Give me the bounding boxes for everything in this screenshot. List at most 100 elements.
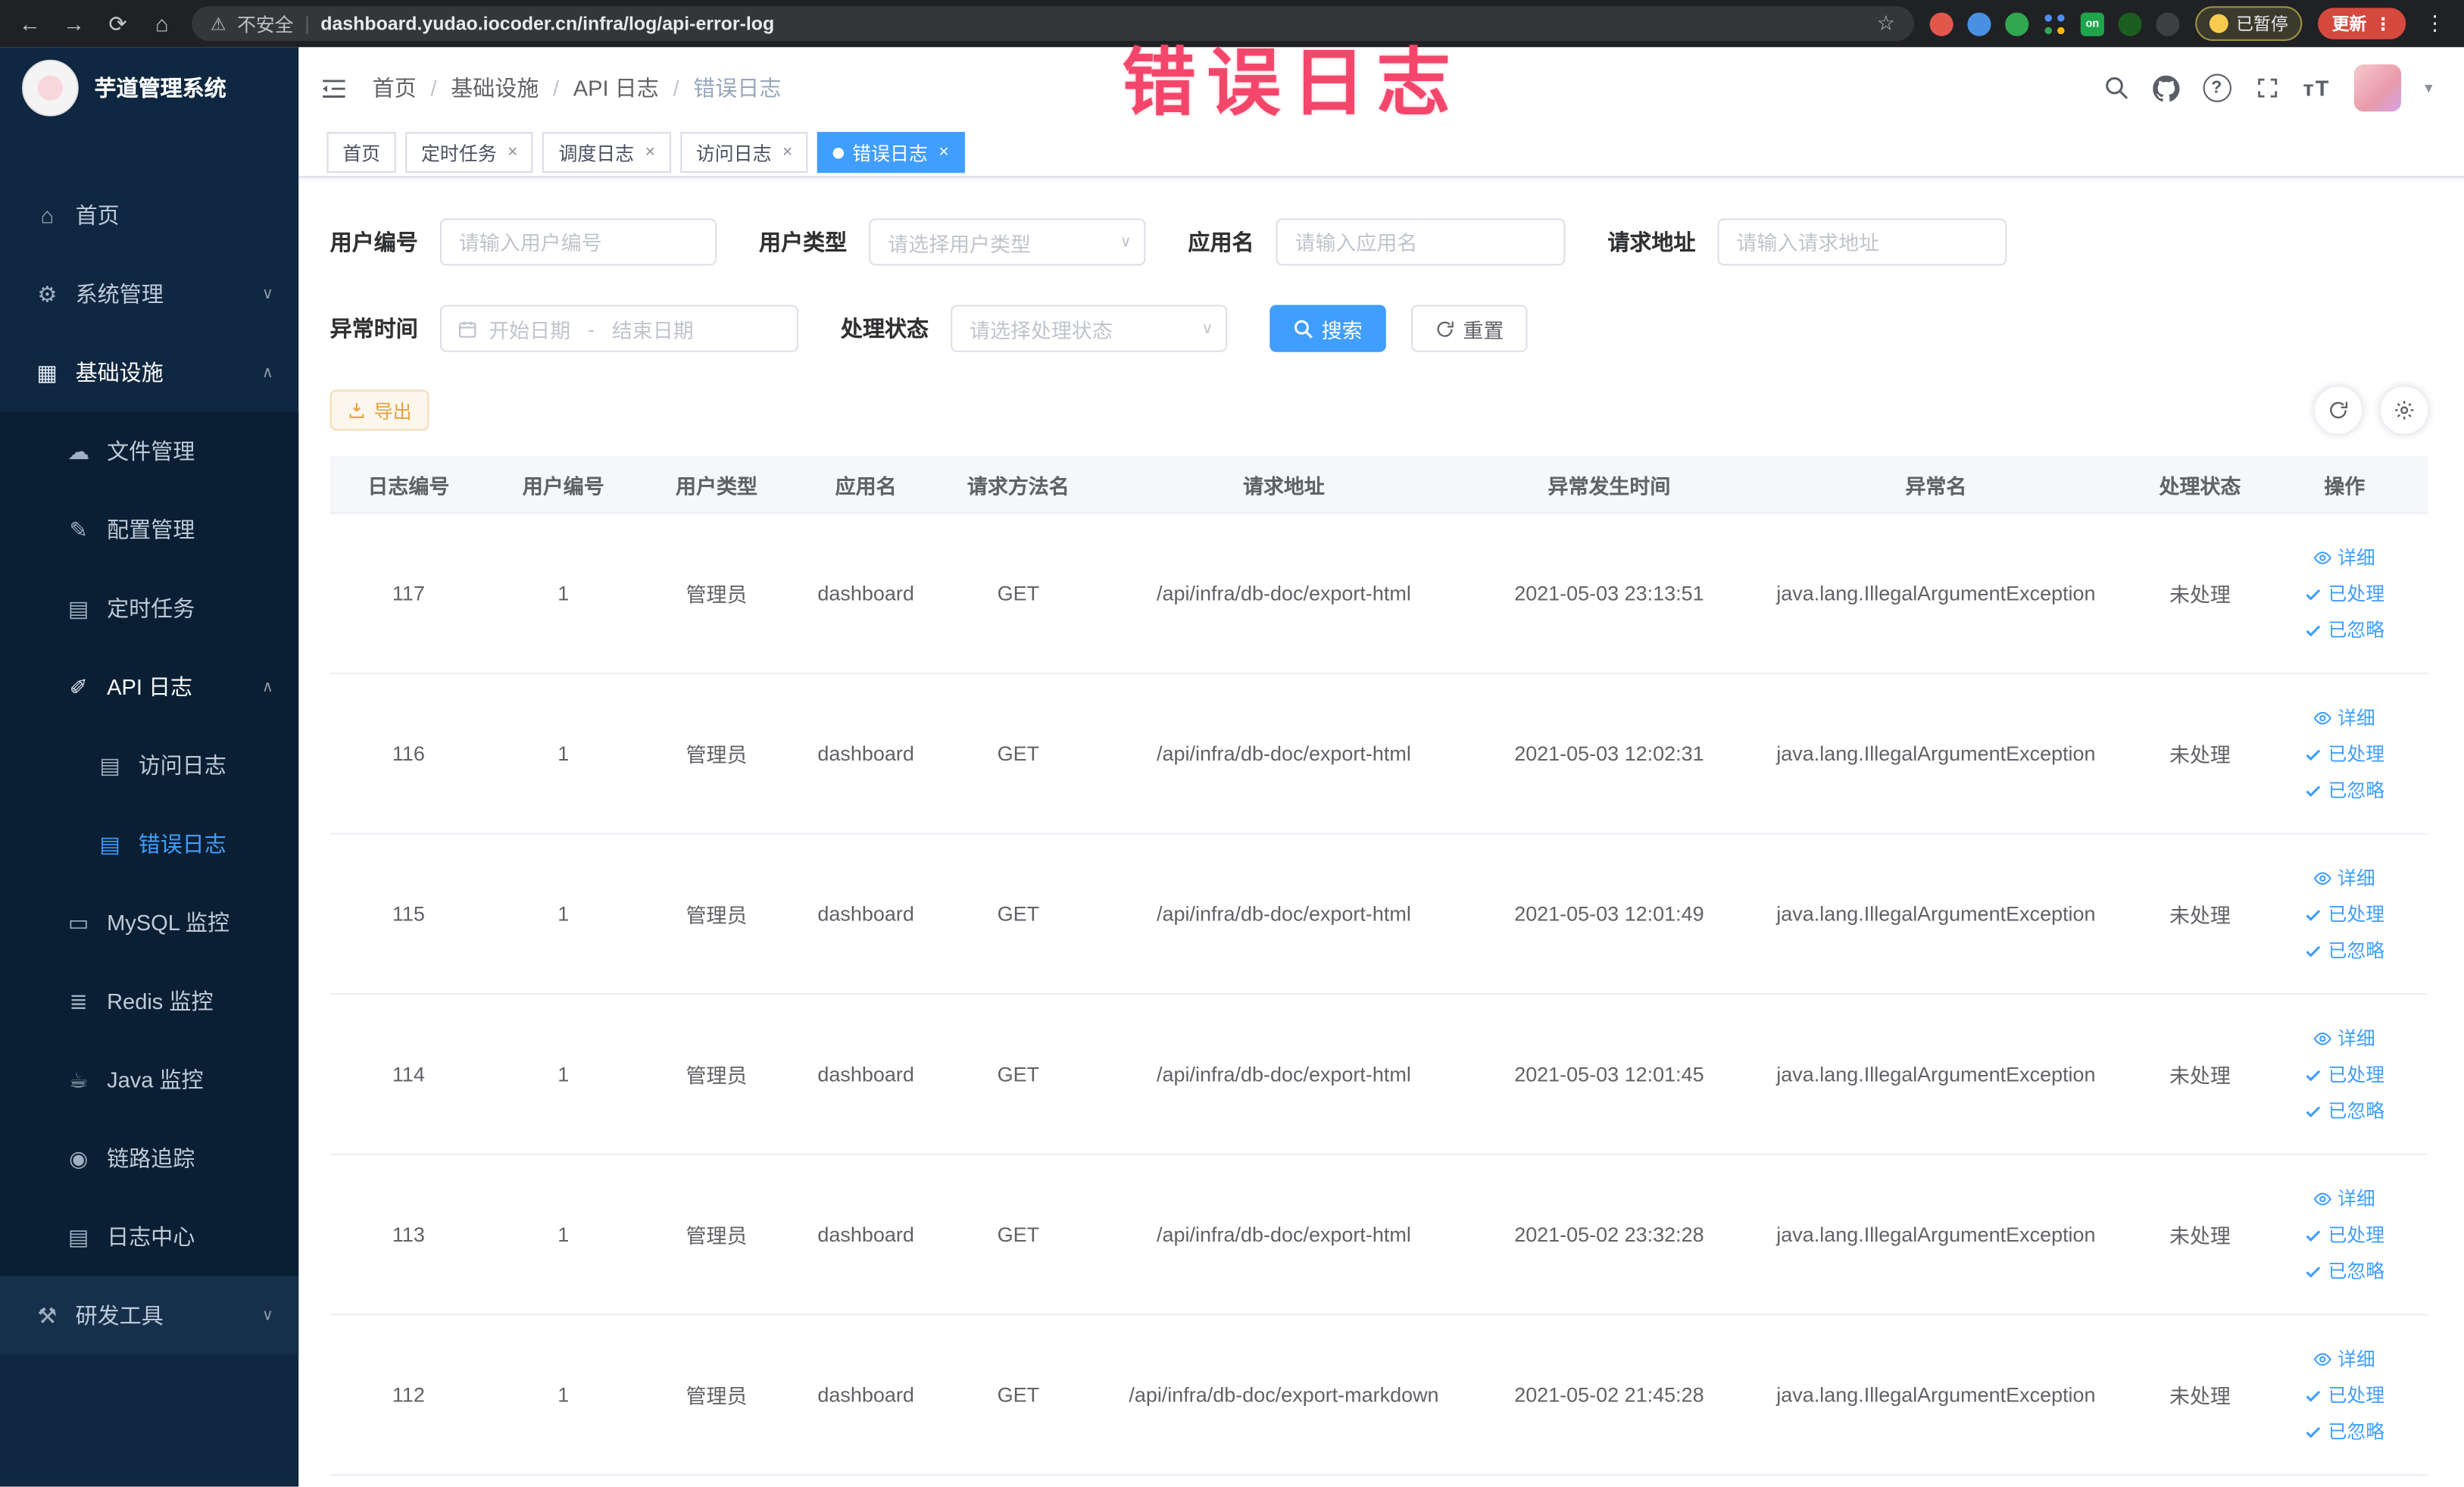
tab-home[interactable]: 首页	[326, 132, 396, 173]
processed-link[interactable]: 已处理	[2304, 1061, 2384, 1087]
detail-link[interactable]: 详细	[2314, 704, 2375, 730]
edit-icon: ✎	[69, 516, 88, 542]
browser-menu-kebab-icon[interactable]: ⋮	[2422, 11, 2448, 36]
processed-link[interactable]: 已处理	[2304, 901, 2384, 927]
reload-icon[interactable]: ⟳	[104, 0, 132, 47]
extension-red-icon[interactable]	[1929, 11, 1953, 36]
browser-update-button[interactable]: 更新 ⋮	[2318, 8, 2406, 39]
cell-exception-name: java.lang.IllegalArgumentException	[1776, 742, 2096, 766]
detail-link[interactable]: 详细	[2314, 1025, 2375, 1051]
app-name-label: 应用名	[1188, 229, 1254, 255]
cell-status: 未处理	[2169, 743, 2231, 767]
export-button[interactable]: 导出	[329, 389, 429, 431]
col-actions: 操作	[2324, 473, 2366, 498]
sidebar-item-system-management[interactable]: ⚙ 系统管理 ∨	[0, 255, 298, 333]
user-id-input[interactable]	[439, 218, 717, 266]
extension-green-circle-icon[interactable]	[2005, 11, 2029, 36]
sidebar-item-infrastructure[interactable]: ▦ 基础设施 ∧	[0, 333, 298, 412]
sidebar-item-java-monitor[interactable]: ☕ Java 监控	[0, 1040, 298, 1119]
sidebar-item-home[interactable]: ⌂ 首页	[0, 176, 298, 255]
ignored-link[interactable]: 已忽略	[2304, 776, 2384, 803]
cell-user-type: 管理员	[685, 1384, 748, 1408]
breadcrumb: 首页 / 基础设施 / API 日志 / 错误日志	[373, 72, 782, 103]
search-button[interactable]: 搜索	[1269, 305, 1386, 352]
forward-icon[interactable]: →	[60, 0, 88, 47]
processed-link[interactable]: 已处理	[2304, 740, 2384, 767]
sidebar-fold-icon[interactable]	[320, 77, 347, 100]
sidebar-item-trace[interactable]: ◉ 链路追踪	[0, 1119, 298, 1198]
cell-app-name: dashboard	[817, 901, 914, 926]
sidebar-item-mysql-monitor[interactable]: ▭ MySQL 监控	[0, 883, 298, 962]
user-avatar[interactable]	[2353, 64, 2401, 112]
close-icon[interactable]: ×	[645, 143, 655, 162]
ignored-link[interactable]: 已忽略	[2304, 1097, 2384, 1123]
extension-grid-icon[interactable]	[2043, 11, 2067, 36]
tab-access-log[interactable]: 访问日志 ×	[680, 132, 809, 173]
date-range-picker[interactable]: 开始日期 - 结束日期	[439, 305, 798, 352]
sidebar-item-redis-monitor[interactable]: ≣ Redis 监控	[0, 962, 298, 1041]
bookmark-star-icon[interactable]: ☆	[1877, 11, 1895, 36]
close-icon[interactable]: ×	[507, 143, 517, 162]
tab-scheduled-tasks[interactable]: 定时任务 ×	[405, 132, 534, 173]
table-tools	[2313, 385, 2430, 436]
sidebar-item-api-log[interactable]: ✐ API 日志 ∧	[0, 648, 298, 726]
cell-user-id: 1	[557, 581, 570, 605]
ignored-link[interactable]: 已忽略	[2304, 1417, 2384, 1444]
tab-error-log[interactable]: 错误日志 ×	[817, 132, 965, 173]
close-icon[interactable]: ×	[938, 143, 948, 162]
paused-badge[interactable]: 已暂停	[2195, 6, 2303, 41]
fullscreen-icon[interactable]	[2254, 76, 2279, 101]
detail-link[interactable]: 详细	[2314, 544, 2375, 570]
close-icon[interactable]: ×	[782, 143, 792, 162]
ignored-link[interactable]: 已忽略	[2304, 936, 2384, 963]
processed-link[interactable]: 已处理	[2304, 1221, 2384, 1248]
column-settings-button[interactable]	[2378, 385, 2430, 436]
sidebar-item-file-management[interactable]: ☁ 文件管理	[0, 412, 298, 491]
font-size-icon[interactable]: тT	[2303, 76, 2330, 101]
user-type-select[interactable]: 请选择用户类型 ∨	[869, 218, 1146, 266]
ignored-link[interactable]: 已忽略	[2304, 616, 2384, 642]
app-logo[interactable]: 芋道管理系统	[0, 47, 298, 129]
sidebar-item-config-management[interactable]: ✎ 配置管理	[0, 490, 298, 569]
extension-paw-icon[interactable]	[2156, 11, 2180, 36]
back-icon[interactable]: ←	[16, 0, 44, 47]
extension-blue-drop-icon[interactable]	[1967, 11, 1991, 36]
app-name-input[interactable]	[1276, 218, 1566, 266]
process-status-select[interactable]: 请选择处理状态 ∨	[951, 305, 1228, 352]
search-icon[interactable]	[2103, 76, 2128, 101]
refresh-table-button[interactable]	[2313, 385, 2364, 436]
user-caret-down-icon[interactable]: ▾	[2425, 80, 2432, 97]
sidebar-item-access-log[interactable]: ▤ 访问日志	[0, 726, 298, 804]
detail-link[interactable]: 详细	[2314, 1345, 2375, 1372]
breadcrumb-home[interactable]: 首页	[373, 72, 417, 103]
extension-on-badge-icon[interactable]: on	[2080, 11, 2104, 36]
col-user-type: 用户类型	[676, 473, 757, 498]
home-icon[interactable]: ⌂	[148, 0, 176, 47]
sidebar-item-dev-tools[interactable]: ⚒ 研发工具 ∨	[0, 1276, 299, 1355]
github-icon[interactable]	[2152, 74, 2179, 102]
filter-row-1: 用户编号 用户类型 请选择用户类型 ∨ 应用名 请求地址	[330, 218, 2464, 266]
processed-link[interactable]: 已处理	[2304, 580, 2384, 607]
breadcrumb-api-log[interactable]: API 日志	[573, 72, 659, 103]
ignored-link[interactable]: 已忽略	[2304, 1257, 2384, 1284]
tab-schedule-log[interactable]: 调度日志 ×	[542, 132, 671, 173]
help-icon[interactable]: ?	[2202, 73, 2231, 102]
reset-button[interactable]: 重置	[1411, 305, 1528, 352]
col-log-id: 日志编号	[367, 473, 450, 498]
detail-link[interactable]: 详细	[2314, 864, 2375, 891]
cell-user-id: 1	[557, 1382, 570, 1407]
extension-dark-green-icon[interactable]	[2118, 11, 2142, 36]
detail-link[interactable]: 详细	[2314, 1185, 2375, 1211]
address-bar[interactable]: ⚠ 不安全 | dashboard.yudao.iocoder.cn/infra…	[192, 6, 1914, 41]
request-url-input[interactable]	[1717, 218, 2007, 266]
col-exception-name: 异常名	[1905, 473, 1967, 498]
processed-link[interactable]: 已处理	[2304, 1382, 2384, 1408]
sidebar-item-label: 文件管理	[107, 438, 195, 464]
sidebar-item-error-log[interactable]: ▤ 错误日志	[0, 804, 298, 883]
cell-actions: 详细 已处理 已忽略	[2277, 1025, 2412, 1124]
sidebar-item-scheduled-tasks[interactable]: ▤ 定时任务	[0, 569, 298, 648]
sidebar-item-log-center[interactable]: ▤ 日志中心	[0, 1198, 298, 1276]
processed-link-label: 已处理	[2328, 903, 2385, 926]
breadcrumb-infrastructure[interactable]: 基础设施	[451, 72, 539, 103]
tab-label: 首页	[342, 142, 381, 164]
